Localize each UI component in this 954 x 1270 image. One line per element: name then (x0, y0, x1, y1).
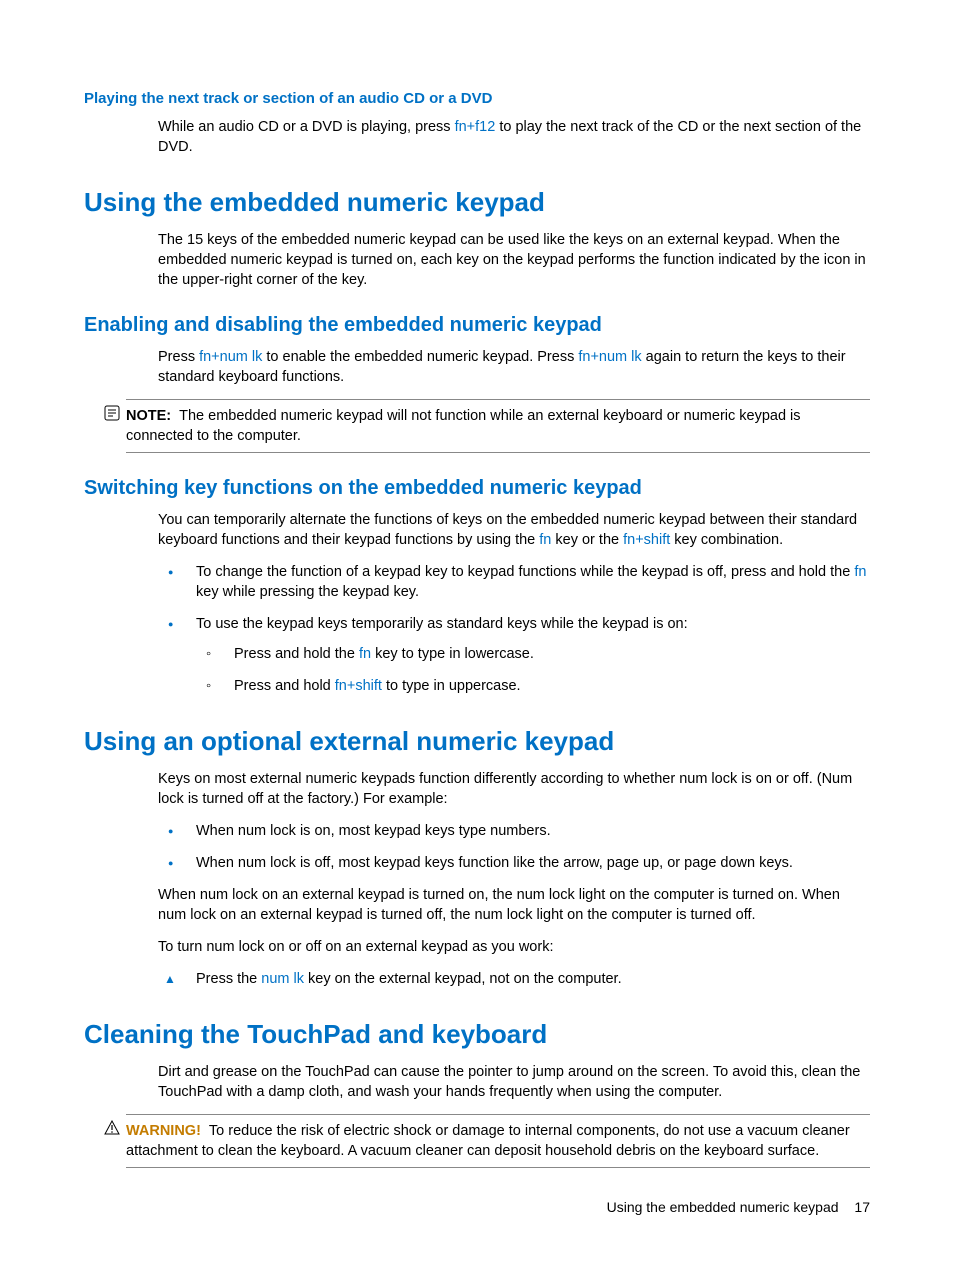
text: Press and hold the (234, 646, 359, 662)
list-item: When num lock is on, most keypad keys ty… (158, 821, 870, 841)
note-box: NOTE:The embedded numeric keypad will no… (126, 399, 870, 453)
hotkey-fn-f12: fn+f12 (455, 119, 496, 135)
text: Press the (196, 971, 261, 987)
paragraph: Press fn+num lk to enable the embedded n… (158, 347, 870, 387)
paragraph: Dirt and grease on the TouchPad can caus… (158, 1062, 870, 1102)
hotkey-numlk: num lk (261, 971, 304, 987)
bullet-list: When num lock is on, most keypad keys ty… (158, 821, 870, 873)
note-icon (104, 405, 120, 421)
hotkey-fn-shift: fn+shift (335, 678, 382, 694)
text: While an audio CD or a DVD is playing, p… (158, 119, 455, 135)
warning-box: WARNING!To reduce the risk of electric s… (126, 1114, 870, 1168)
text: To change the function of a keypad key t… (196, 564, 854, 580)
hotkey-fn: fn (854, 564, 866, 580)
text: key on the external keypad, not on the c… (304, 971, 622, 987)
heading-embedded-keypad: Using the embedded numeric keypad (84, 187, 870, 218)
page-number: 17 (854, 1199, 870, 1215)
text: to enable the embedded numeric keypad. P… (262, 349, 578, 365)
heading-switching: Switching key functions on the embedded … (84, 477, 870, 500)
text: To use the keypad keys temporarily as st… (196, 616, 688, 632)
hotkey-fn-shift: fn+shift (623, 532, 670, 548)
text: key to type in lowercase. (371, 646, 534, 662)
hotkey-fn: fn (359, 646, 371, 662)
list-item: Press and hold fn+shift to type in upper… (196, 676, 870, 696)
hotkey-fn-numlk: fn+num lk (578, 349, 641, 365)
text: Press (158, 349, 199, 365)
text: key or the (551, 532, 623, 548)
paragraph: To turn num lock on or off on an externa… (158, 937, 870, 957)
warning-text: To reduce the risk of electric shock or … (126, 1123, 850, 1159)
paragraph: When num lock on an external keypad is t… (158, 885, 870, 925)
heading-enable-disable: Enabling and disabling the embedded nume… (84, 314, 870, 337)
list-item: When num lock is off, most keypad keys f… (158, 853, 870, 873)
heading-playing-next: Playing the next track or section of an … (84, 90, 870, 107)
text: key combination. (670, 532, 783, 548)
heading-external-keypad: Using an optional external numeric keypa… (84, 726, 870, 757)
warning-icon (104, 1120, 120, 1136)
step-item: Press the num lk key on the external key… (158, 969, 870, 989)
paragraph: While an audio CD or a DVD is playing, p… (158, 117, 870, 157)
text: Press and hold (234, 678, 335, 694)
paragraph: You can temporarily alternate the functi… (158, 510, 870, 550)
hotkey-fn-numlk: fn+num lk (199, 349, 262, 365)
hotkey-fn: fn (539, 532, 551, 548)
warning-label: WARNING! (126, 1123, 201, 1139)
footer-section-title: Using the embedded numeric keypad (607, 1199, 839, 1215)
list-item: To use the keypad keys temporarily as st… (158, 614, 870, 696)
paragraph: The 15 keys of the embedded numeric keyp… (158, 230, 870, 290)
list-item: Press and hold the fn key to type in low… (196, 644, 870, 664)
page-footer: Using the embedded numeric keypad 17 (607, 1199, 870, 1215)
note-label: NOTE: (126, 408, 171, 424)
paragraph: Keys on most external numeric keypads fu… (158, 769, 870, 809)
sub-bullet-list: Press and hold the fn key to type in low… (196, 644, 870, 696)
note-text: The embedded numeric keypad will not fun… (126, 408, 801, 444)
list-item: To change the function of a keypad key t… (158, 562, 870, 602)
text: key while pressing the keypad key. (196, 584, 419, 600)
bullet-list: To change the function of a keypad key t… (158, 562, 870, 696)
text: to type in uppercase. (382, 678, 521, 694)
heading-cleaning: Cleaning the TouchPad and keyboard (84, 1019, 870, 1050)
